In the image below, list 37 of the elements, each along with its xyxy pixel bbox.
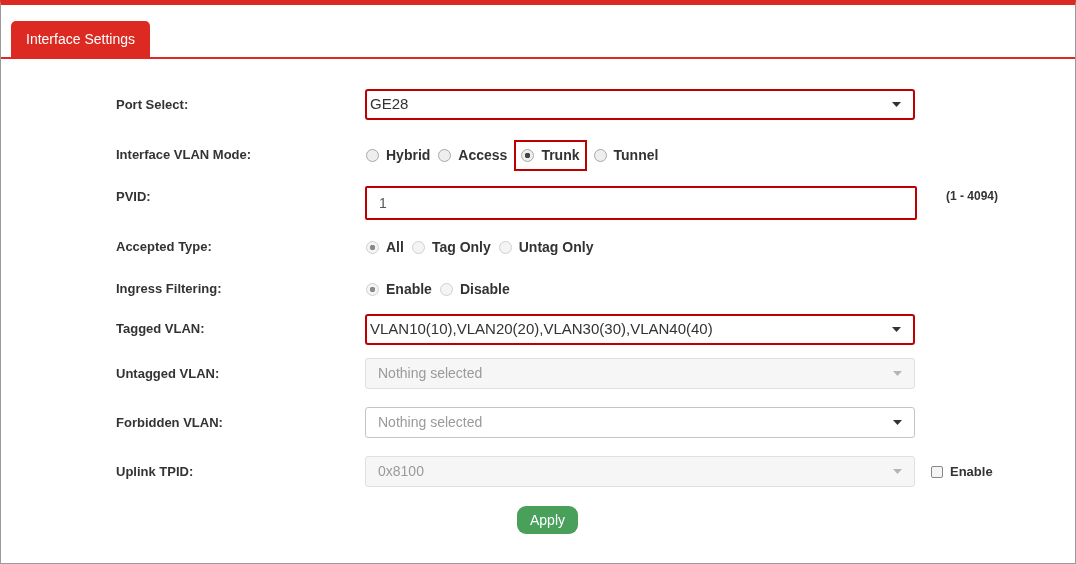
radio-label: Access — [458, 145, 508, 165]
dropdown[interactable]: VLAN10(10),VLAN20(20),VLAN30(30),VLAN40(40) — [365, 313, 915, 345]
radio-option[interactable]: Trunk — [514, 139, 587, 171]
field-label: Ingress Filtering: — [116, 280, 222, 299]
radio-button[interactable] — [438, 148, 452, 162]
caret-icon — [892, 102, 901, 107]
radio-label: Enable — [386, 279, 432, 299]
pvid-field[interactable]: 1 — [365, 186, 917, 220]
radio-option[interactable]: Hybrid — [365, 139, 432, 171]
field-label: Uplink TPID: — [116, 462, 194, 481]
radio-label: Tunnel — [613, 145, 659, 165]
field-label: PVID: — [116, 188, 151, 206]
field-label: Tagged VLAN: — [116, 320, 205, 339]
caret-icon — [893, 371, 902, 376]
caret-icon — [893, 420, 902, 425]
dropdown[interactable]: GE28 — [365, 89, 915, 120]
caret-icon — [893, 469, 902, 474]
tab[interactable]: Interface Settings — [11, 21, 150, 57]
radio-label: Untag Only — [518, 237, 594, 257]
field-label: Accepted Type: — [116, 238, 212, 257]
radio-button[interactable] — [366, 148, 379, 162]
field-label: Port Select: — [116, 95, 189, 114]
field-label: Forbidden VLAN: — [116, 413, 223, 432]
radio-button[interactable] — [593, 148, 607, 162]
caret-icon — [892, 326, 901, 332]
field-label: Untagged VLAN: — [116, 364, 220, 383]
radio-label: Disable — [459, 279, 510, 299]
field-label: Interface VLAN Mode: — [116, 146, 252, 165]
radio-label: Hybrid — [386, 145, 431, 165]
radio-button[interactable] — [521, 148, 535, 162]
radio-label: All — [386, 237, 404, 257]
radio-label: Tag Only — [431, 237, 491, 257]
range-hint: (1 - 4094) — [946, 188, 999, 205]
radio-option[interactable]: Tunnel — [592, 139, 660, 171]
radio-label: Trunk — [541, 145, 580, 165]
radio-option[interactable]: Access — [437, 139, 509, 171]
checkbox-label: Enable — [950, 462, 993, 481]
